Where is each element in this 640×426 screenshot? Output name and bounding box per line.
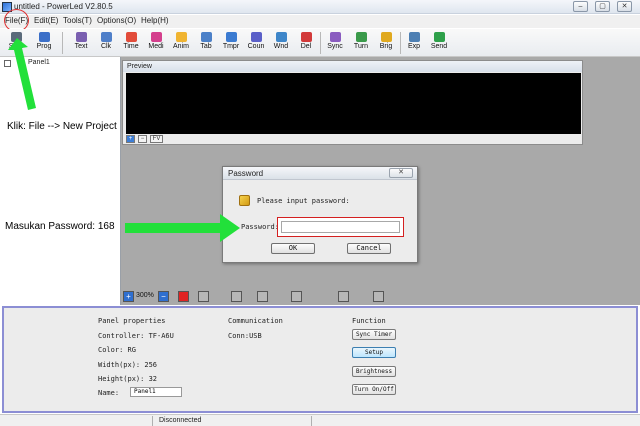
temperature-icon: [225, 32, 237, 42]
align-center-icon[interactable]: [291, 291, 302, 302]
brightness-icon: [380, 32, 392, 42]
toolbar-export-button[interactable]: Exp: [402, 31, 426, 56]
export-icon: [408, 32, 420, 42]
color-value: Color: RG: [98, 346, 136, 354]
instruction-step-1: Klik: File --> New Project: [7, 121, 117, 132]
brightness-button[interactable]: Brightness: [352, 366, 396, 377]
toolbar-turn-button[interactable]: Turn: [349, 31, 373, 56]
toolbar-brightness-button[interactable]: Brig: [374, 31, 398, 56]
password-label: Password:: [241, 223, 279, 231]
password-dialog: Password ✕ Please input password: Passwo…: [222, 166, 418, 263]
align-top-icon[interactable]: [257, 291, 268, 302]
title-bar: untitled - PowerLed V2.80.5 – ▢ ✕: [0, 0, 640, 14]
text-icon: [75, 32, 87, 42]
menu-bar: File(F) Edit(E) Tools(T) Options(O) Help…: [0, 15, 640, 28]
toolbar-send-button[interactable]: Send: [427, 31, 451, 56]
program-icon: [38, 32, 50, 42]
time-icon: [125, 32, 137, 42]
cancel-button[interactable]: Cancel: [347, 243, 391, 254]
name-input[interactable]: Panel1: [130, 387, 182, 397]
toolbar-media-button[interactable]: Medi: [144, 31, 168, 56]
turn-icon: [355, 32, 367, 42]
status-bar: Disconnected: [0, 414, 640, 426]
zoom-level: 300%: [136, 292, 154, 299]
communication-heading: Communication: [228, 317, 283, 325]
panel-properties-heading: Panel properties: [98, 317, 166, 325]
counter-icon: [250, 32, 262, 42]
sync-icon: [329, 32, 341, 42]
height-value: Height(px): 32: [98, 375, 158, 383]
menu-options[interactable]: Options(O): [97, 16, 136, 25]
animation-icon: [175, 32, 187, 42]
minimize-button[interactable]: –: [573, 1, 588, 12]
project-tree: Panel1: [0, 57, 121, 305]
maximize-button[interactable]: ▢: [595, 1, 610, 12]
toolbar-table-button[interactable]: Tab: [194, 31, 218, 56]
setup-button[interactable]: Setup: [352, 347, 396, 358]
window-title: untitled - PowerLed V2.80.5: [14, 2, 113, 11]
preview-window: Preview + − FV: [122, 60, 583, 145]
zoom-bar: + 300% −: [121, 289, 640, 304]
dialog-title: Password: [223, 167, 417, 180]
preview-zoom-in-button[interactable]: +: [126, 135, 135, 143]
align-right-icon[interactable]: [231, 291, 242, 302]
instruction-step-2: Masukan Password: 168: [5, 221, 115, 232]
ok-button[interactable]: OK: [271, 243, 315, 254]
connection-status: Disconnected: [152, 416, 312, 426]
connection-value: Conn:USB: [228, 332, 262, 340]
properties-panel: Panel properties Controller: TF-A6U Colo…: [2, 306, 638, 413]
tree-item-panel[interactable]: Panel1: [28, 59, 50, 66]
toolbar-delete-button[interactable]: Del: [294, 31, 318, 56]
screen-icon: [10, 32, 22, 42]
zoom-out-button[interactable]: −: [158, 291, 169, 302]
menu-edit[interactable]: Edit(E): [34, 16, 58, 25]
fit-icon[interactable]: [373, 291, 384, 302]
toolbar-screen-button[interactable]: Scrn: [4, 31, 28, 56]
toolbar-text-button[interactable]: Text: [69, 31, 93, 56]
delete-icon: [300, 32, 312, 42]
toolbar-program-button[interactable]: Prog: [32, 31, 56, 56]
close-button[interactable]: ✕: [617, 1, 632, 12]
rotate-icon[interactable]: [338, 291, 349, 302]
dialog-close-button[interactable]: ✕: [389, 168, 413, 178]
table-icon: [200, 32, 212, 42]
tree-expand-icon[interactable]: [4, 60, 11, 67]
media-icon: [150, 32, 162, 42]
toolbar-clock-button[interactable]: Clk: [94, 31, 118, 56]
name-label: Name:: [98, 389, 120, 397]
align-left-icon[interactable]: [198, 291, 209, 302]
toolbar-animation-button[interactable]: Anim: [169, 31, 193, 56]
toolbar-separator: [400, 32, 401, 54]
play-icon[interactable]: [178, 291, 189, 302]
width-value: Width(px): 256: [98, 361, 158, 369]
password-input[interactable]: [281, 221, 400, 233]
preview-fit-button[interactable]: FV: [150, 135, 163, 143]
preview-screen: [126, 73, 581, 134]
send-icon: [433, 32, 445, 42]
controller-value: Controller: TF-A6U: [98, 332, 174, 340]
password-prompt: Please input password:: [257, 197, 350, 205]
clock-icon: [100, 32, 112, 42]
function-heading: Function: [352, 317, 386, 325]
toolbar-temperature-button[interactable]: Tmpr: [219, 31, 243, 56]
toolbar-sync-button[interactable]: Sync: [323, 31, 347, 56]
key-icon: [239, 195, 250, 206]
toolbar-time-button[interactable]: Time: [119, 31, 143, 56]
toolbar-window-button[interactable]: Wnd: [269, 31, 293, 56]
preview-zoom-out-button[interactable]: −: [138, 135, 147, 143]
turn-on-off-button[interactable]: Turn On/Off: [352, 384, 396, 395]
menu-tools[interactable]: Tools(T): [63, 16, 92, 25]
toolbar-separator: [62, 32, 63, 54]
password-input-highlight: [277, 217, 404, 237]
toolbar-separator: [320, 32, 321, 54]
zoom-in-button[interactable]: +: [123, 291, 134, 302]
toolbar: Scrn Prog Text Clk Time Medi Anim Tab Tm…: [0, 29, 640, 57]
toolbar-counter-button[interactable]: Coun: [244, 31, 268, 56]
sync-timer-button[interactable]: Sync Timer: [352, 329, 396, 340]
preview-title: Preview: [123, 61, 582, 72]
window-icon: [275, 32, 287, 42]
menu-help[interactable]: Help(H): [141, 16, 169, 25]
